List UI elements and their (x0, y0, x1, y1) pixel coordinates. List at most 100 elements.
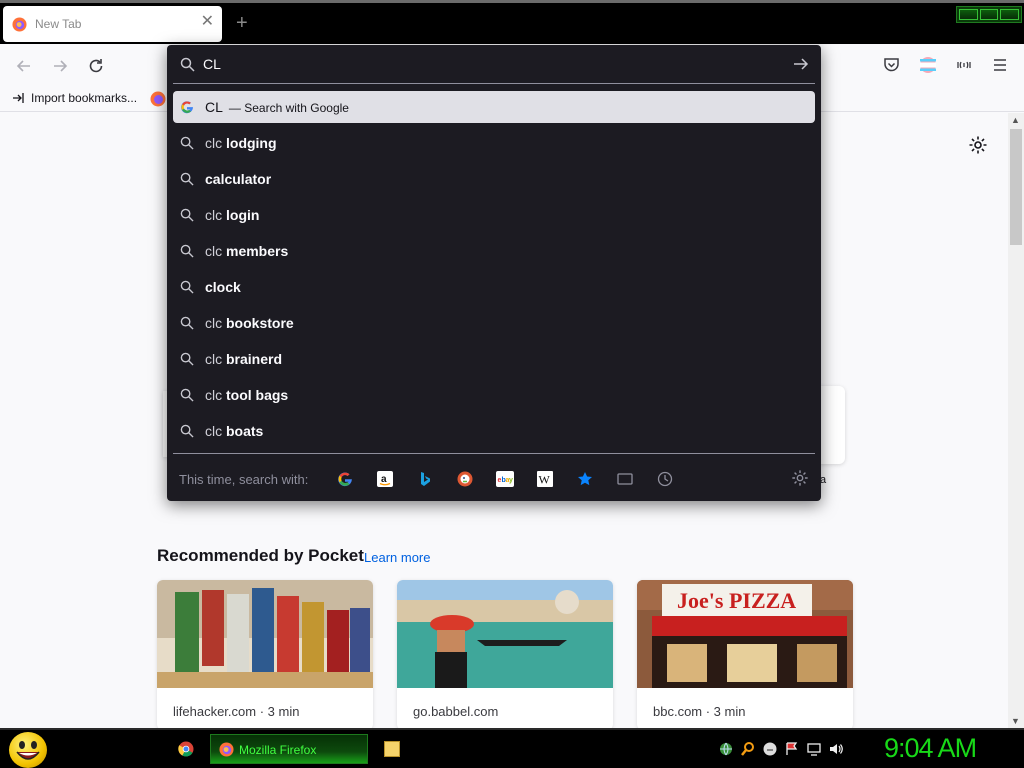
result-text: clc bookstore (205, 315, 294, 331)
new-tab-button[interactable]: + (236, 13, 248, 33)
firefox-icon (12, 17, 27, 32)
go-arrow-icon[interactable] (793, 57, 809, 71)
search-icon (180, 280, 194, 299)
urlbar-result-row[interactable]: clc bookstore (173, 307, 815, 339)
taskbar-clock[interactable]: 9:04 AM (884, 733, 977, 764)
tab-new-tab[interactable]: New Tab ✕ (3, 6, 222, 42)
pocket-heading: Recommended by Pocket (157, 546, 364, 565)
forward-arrow-icon[interactable] (51, 57, 69, 75)
search-icon (180, 352, 194, 371)
result-bold-text: calculator (205, 171, 272, 187)
close-tab-icon[interactable]: ✕ (201, 14, 214, 30)
extensions-icon[interactable] (955, 56, 973, 74)
system-tray (718, 741, 844, 757)
volume-speaker-icon[interactable] (828, 741, 844, 757)
window-controls[interactable] (956, 6, 1022, 23)
result-text: clc members (205, 243, 288, 259)
maximize-button[interactable] (979, 9, 999, 20)
duckduckgo-icon[interactable] (455, 469, 475, 489)
scroll-down-arrow-icon[interactable]: ▼ (1011, 716, 1020, 726)
result-plain-text: clc (205, 243, 226, 259)
messenger-icon[interactable] (762, 741, 778, 757)
page-scrollbar[interactable]: ▲ ▼ (1008, 113, 1024, 728)
action-center-flag-icon[interactable] (784, 741, 800, 757)
urlbar-result-row[interactable]: calculator (173, 163, 815, 195)
result-action-text: — Search with Google (228, 101, 349, 115)
svg-text:a: a (381, 474, 387, 485)
pocket-card-lifehacker[interactable]: lifehacker.com · 3 min (157, 580, 373, 730)
result-bold-text: boats (226, 423, 264, 439)
result-text: CL — Search with Google (205, 99, 349, 115)
screen: New Tab ✕ + Import bookmarks... a Recomm… (0, 0, 1024, 768)
tabs-icon[interactable] (615, 469, 635, 489)
history-icon[interactable] (655, 469, 675, 489)
pocket-learn-more-link[interactable]: Learn more (364, 550, 430, 565)
pocket-card-bbc[interactable]: Joe's PIZZA bbc.com · 3 min (637, 580, 853, 730)
menu-hamburger-icon[interactable] (991, 56, 1009, 74)
bookmarks-star-icon[interactable] (575, 469, 595, 489)
taskbar-firefox-button[interactable]: Mozilla Firefox (210, 734, 368, 764)
close-window-button[interactable] (1000, 9, 1020, 20)
urlbar-input[interactable] (203, 53, 763, 75)
svg-text:W: W (539, 473, 551, 487)
result-bold-text: bookstore (226, 315, 294, 331)
svg-text:y: y (509, 477, 513, 484)
result-plain-text: clc (205, 423, 226, 439)
tab-title: New Tab (35, 17, 82, 31)
taskbar: Mozilla Firefox 9:04 AM (0, 728, 1024, 768)
urlbar-result-row[interactable]: clc members (173, 235, 815, 267)
search-icon (180, 388, 194, 407)
result-text: clc lodging (205, 135, 277, 151)
pocket-card-babbel[interactable]: go.babbel.com (397, 580, 613, 730)
canned-food-image (157, 580, 373, 688)
google-icon[interactable] (335, 469, 355, 489)
back-arrow-icon[interactable] (15, 57, 33, 75)
card-source: bbc.com · 3 min (653, 704, 746, 719)
result-bold-text: login (226, 207, 260, 223)
bing-icon[interactable] (415, 469, 435, 489)
start-button-smiley-icon[interactable] (9, 732, 47, 768)
firefox-icon (219, 742, 234, 757)
wikipedia-icon[interactable]: W (535, 469, 555, 489)
urlbar-result-row[interactable]: clc login (173, 199, 815, 231)
result-plain-text: clc (205, 387, 226, 403)
search-settings-gear-icon[interactable] (791, 469, 809, 487)
urlbar-result-row[interactable]: clc lodging (173, 127, 815, 159)
search-icon (180, 244, 194, 263)
search-icon (180, 316, 194, 335)
result-bold-text: members (226, 243, 289, 259)
urlbar-result-row[interactable]: clc tool bags (173, 379, 815, 411)
folder-icon[interactable] (384, 741, 400, 757)
network-globe-icon[interactable] (718, 741, 734, 757)
result-text: clc tool bags (205, 387, 288, 403)
urlbar-result-row[interactable]: clock (173, 271, 815, 303)
pocket-icon[interactable] (883, 56, 900, 73)
urlbar-result-row[interactable]: clc brainerd (173, 343, 815, 375)
result-text: clc boats (205, 423, 263, 439)
result-text: clc login (205, 207, 259, 223)
result-text: clc brainerd (205, 351, 282, 367)
scroll-thumb[interactable] (1010, 129, 1022, 245)
result-plain-text: clc (205, 315, 226, 331)
customize-gear-icon[interactable] (968, 135, 988, 155)
reload-icon[interactable] (87, 57, 105, 75)
urlbar-result-row[interactable]: CL — Search with Google (173, 91, 815, 123)
firefox-bookmark-icon[interactable] (150, 91, 166, 107)
card-source: go.babbel.com (413, 704, 499, 719)
google-icon (180, 100, 194, 119)
scroll-up-arrow-icon[interactable]: ▲ (1011, 115, 1020, 125)
urlbar-result-row[interactable]: clc boats (173, 415, 815, 447)
minimize-button[interactable] (959, 9, 978, 20)
amazon-icon[interactable]: a (375, 469, 395, 489)
ebay-icon[interactable]: ebay (495, 469, 515, 489)
search-magnifier-icon[interactable] (740, 741, 756, 757)
result-bold-text: brainerd (226, 351, 283, 367)
chrome-icon[interactable] (178, 741, 194, 757)
account-avatar-icon[interactable] (919, 56, 937, 74)
taskbar-firefox-label: Mozilla Firefox (239, 743, 317, 757)
oneoff-label: This time, search with: (179, 472, 309, 487)
search-icon (180, 424, 194, 443)
import-bookmarks-item[interactable]: Import bookmarks... (12, 91, 137, 105)
network-monitor-icon[interactable] (806, 741, 822, 757)
card-source: lifehacker.com · 3 min (173, 704, 300, 719)
